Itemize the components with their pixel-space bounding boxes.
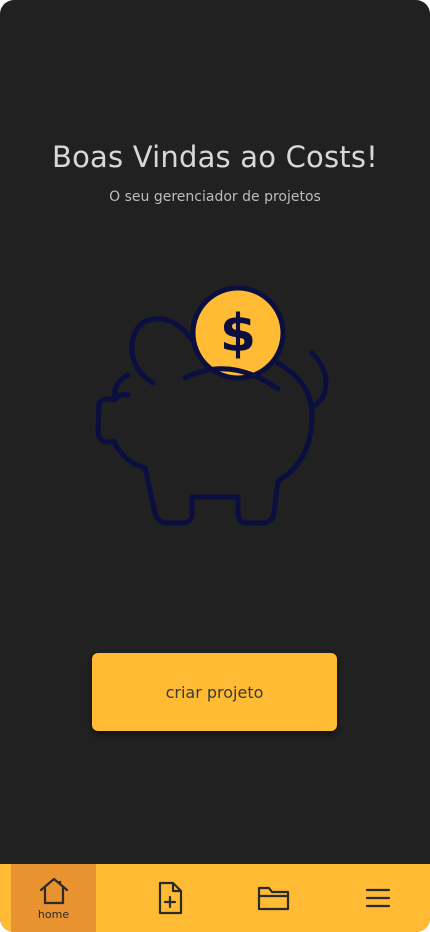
nav-item-projects[interactable] [222, 864, 326, 932]
nav-item-menu[interactable] [326, 864, 430, 932]
nav-item-home[interactable]: home [11, 864, 96, 932]
page-subtitle: O seu gerenciador de projetos [109, 189, 321, 205]
menu-icon [365, 888, 391, 908]
page-title: Boas Vindas ao Costs! [51, 140, 379, 174]
folder-icon [257, 886, 290, 911]
app-screen: Boas Vindas ao Costs! O seu gerenciador … [0, 0, 430, 932]
create-project-button[interactable]: criar projeto [92, 653, 337, 731]
nav-label-home: home [37, 907, 70, 921]
home-icon [39, 877, 68, 904]
svg-text:$: $ [220, 304, 256, 364]
bottom-navbar: home [0, 864, 430, 932]
piggy-bank-coin-icon: $ [90, 285, 340, 530]
nav-item-new-project[interactable] [118, 864, 222, 932]
new-file-icon [158, 881, 183, 915]
